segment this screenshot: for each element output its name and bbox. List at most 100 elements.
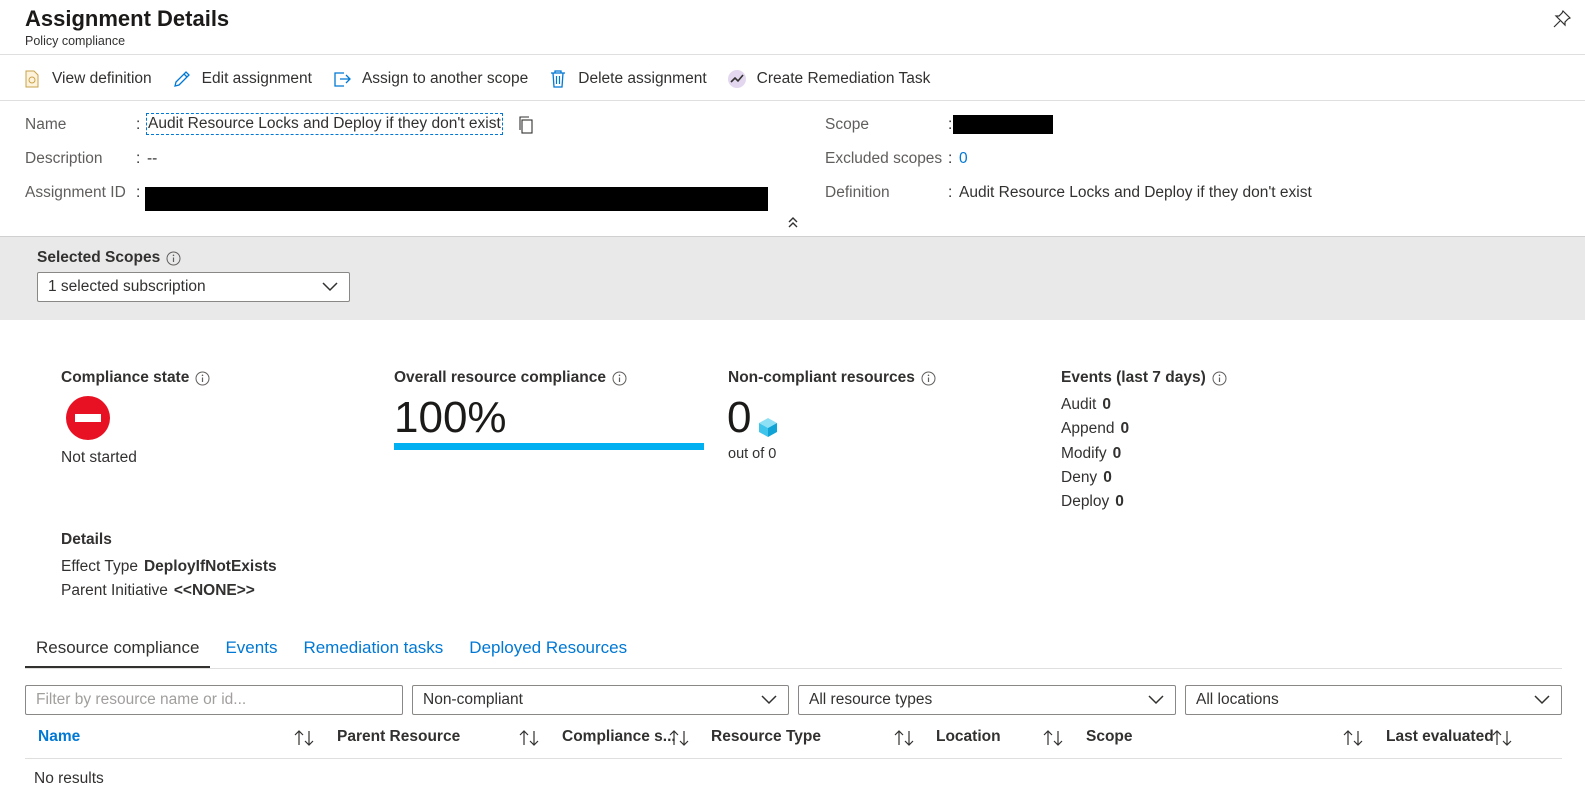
sort-icon[interactable]	[292, 729, 316, 747]
assignment-name-value[interactable]: Audit Resource Locks and Deploy if they …	[146, 113, 503, 135]
effect-type-value: DeployIfNotExists	[143, 558, 277, 575]
excluded-scopes-colon: :	[948, 150, 953, 167]
excluded-scopes-link[interactable]: 0	[959, 150, 968, 168]
event-deny-count: 0	[1103, 469, 1112, 486]
resource-search-input[interactable]	[25, 685, 403, 715]
info-icon[interactable]	[612, 371, 627, 386]
tab-resource-compliance[interactable]: Resource compliance	[25, 636, 211, 668]
double-chevron-up-icon[interactable]	[785, 214, 801, 230]
column-header-compliance-state[interactable]: Compliance s...	[562, 728, 676, 746]
events-heading: Events (last 7 days)	[1061, 369, 1227, 387]
compliance-filter-dropdown[interactable]: Non-compliant	[412, 685, 789, 715]
info-icon[interactable]	[1212, 371, 1227, 386]
overall-compliance-heading: Overall resource compliance	[394, 369, 627, 387]
sort-icon[interactable]	[892, 729, 916, 747]
sort-icon[interactable]	[1341, 729, 1365, 747]
column-header-name[interactable]: Name	[38, 728, 80, 746]
event-append-label: Append	[1061, 420, 1115, 437]
event-deploy-label: Deploy	[1061, 493, 1110, 510]
effect-type-row: Effect Type DeployIfNotExists	[61, 558, 277, 576]
cube-icon	[759, 418, 777, 437]
description-value: --	[147, 150, 158, 167]
sort-icon[interactable]	[1490, 729, 1514, 747]
blocked-icon	[66, 396, 110, 440]
tab-events[interactable]: Events	[214, 636, 288, 668]
document-icon	[25, 70, 39, 88]
description-label: Description	[25, 150, 103, 167]
chevron-down-icon	[1534, 695, 1550, 705]
tab-remediation-tasks[interactable]: Remediation tasks	[292, 636, 454, 668]
tab-divider	[25, 668, 1562, 669]
resource-type-filter-dropdown[interactable]: All resource types	[798, 685, 1176, 715]
details-heading: Details	[61, 531, 112, 548]
view-definition-label: View definition	[52, 70, 152, 87]
assign-to-another-scope-label: Assign to another scope	[361, 70, 529, 87]
column-header-resource-type[interactable]: Resource Type	[711, 728, 821, 746]
page-title: Assignment Details	[25, 6, 230, 31]
effect-type-label: Effect Type	[61, 558, 138, 575]
assignment-id-label: Assignment ID	[25, 184, 126, 201]
create-remediation-task-button[interactable]: Create Remediation Task	[727, 64, 930, 94]
name-label: Name	[25, 116, 67, 133]
sort-icon[interactable]	[667, 729, 691, 747]
chevron-down-icon	[761, 695, 777, 705]
edit-assignment-label: Edit assignment	[201, 70, 312, 87]
overall-compliance-value: 100%	[394, 393, 507, 442]
event-audit-label: Audit	[1061, 396, 1097, 413]
pin-icon[interactable]	[1553, 10, 1571, 28]
copy-icon[interactable]	[517, 116, 535, 134]
excluded-scopes-label: Excluded scopes	[825, 150, 943, 167]
tab-deployed-resources[interactable]: Deployed Resources	[458, 636, 638, 668]
parent-initiative-value: <<NONE>>	[173, 582, 255, 599]
scope-colon: :	[948, 116, 953, 133]
event-audit-count: 0	[1102, 396, 1111, 413]
scope-label: Scope	[825, 116, 869, 133]
event-deny: Deny 0	[1061, 469, 1112, 487]
name-colon: :	[136, 116, 141, 133]
noncompliant-out-of: out of 0	[728, 446, 777, 462]
event-deploy: Deploy 0	[1061, 493, 1124, 511]
location-filter-value: All locations	[1196, 691, 1279, 708]
assignment-id-colon: :	[136, 184, 141, 201]
assign-to-another-scope-button[interactable]: Assign to another scope	[332, 64, 528, 94]
parent-initiative-row: Parent Initiative <<NONE>>	[61, 582, 255, 600]
info-icon[interactable]	[921, 371, 936, 386]
chevron-down-icon	[1148, 695, 1164, 705]
column-header-scope[interactable]: Scope	[1086, 728, 1133, 746]
event-modify: Modify 0	[1061, 445, 1121, 463]
selected-scopes-dropdown[interactable]: 1 selected subscription	[37, 272, 350, 302]
selected-scopes-label: Selected Scopes	[37, 249, 161, 266]
view-definition-button[interactable]: View definition	[22, 64, 152, 94]
info-icon[interactable]	[195, 371, 210, 386]
noncompliant-label: Non-compliant resources	[728, 369, 915, 386]
sort-icon[interactable]	[517, 729, 541, 747]
parent-initiative-label: Parent Initiative	[61, 582, 168, 599]
trash-icon	[551, 70, 566, 88]
overall-compliance-label: Overall resource compliance	[394, 369, 606, 386]
event-append-count: 0	[1120, 420, 1130, 437]
info-icon[interactable]	[166, 251, 181, 266]
event-audit: Audit 0	[1061, 396, 1111, 414]
column-header-location[interactable]: Location	[936, 728, 1001, 746]
toolbar-divider	[0, 100, 1585, 101]
compliance-state-value: Not started	[61, 449, 137, 466]
event-modify-count: 0	[1112, 445, 1122, 462]
event-deploy-count: 0	[1115, 493, 1124, 510]
compliance-progress-bar	[394, 443, 704, 450]
location-filter-dropdown[interactable]: All locations	[1185, 685, 1562, 715]
column-header-last-evaluated[interactable]: Last evaluated	[1386, 728, 1494, 746]
tab-bar: Resource compliance Events Remediation t…	[25, 636, 642, 668]
pencil-icon	[173, 71, 190, 87]
event-modify-label: Modify	[1061, 445, 1107, 462]
delete-assignment-button[interactable]: Delete assignment	[548, 64, 707, 94]
empty-table-message: No results	[34, 770, 104, 787]
header-divider	[0, 54, 1585, 55]
column-header-parent-resource[interactable]: Parent Resource	[337, 728, 460, 746]
description-colon: :	[136, 150, 141, 167]
sort-icon[interactable]	[1041, 729, 1065, 747]
edit-assignment-button[interactable]: Edit assignment	[172, 64, 312, 94]
definition-value: Audit Resource Locks and Deploy if they …	[959, 184, 1312, 201]
assignment-id-redacted	[145, 187, 768, 211]
export-icon	[334, 72, 351, 87]
table-header-divider	[25, 758, 1562, 759]
